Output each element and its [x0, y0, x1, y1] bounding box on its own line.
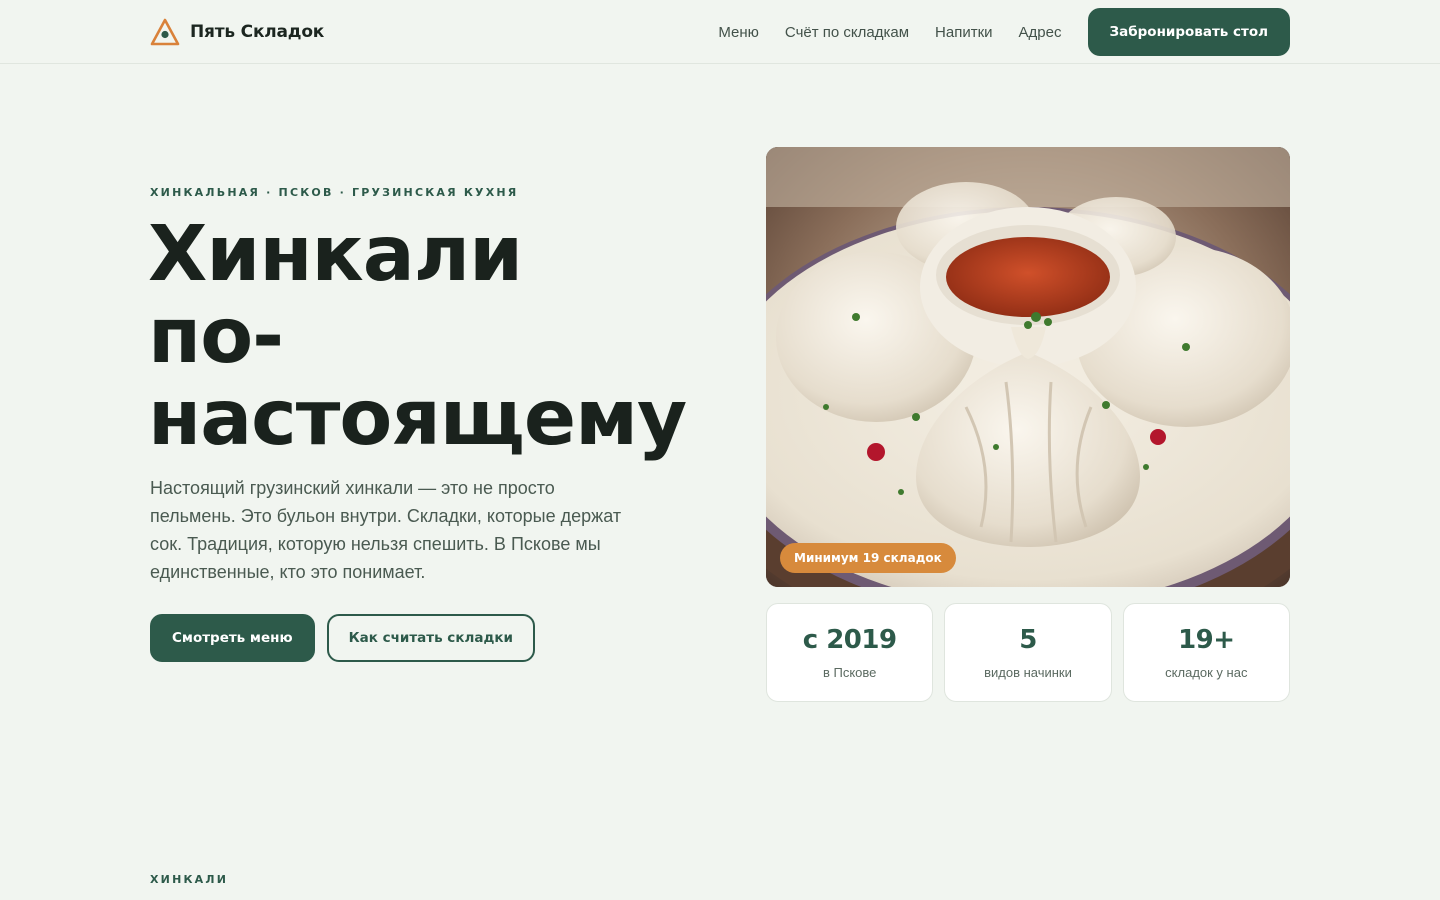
hero-title-line: Хинкали — [148, 210, 523, 299]
min-folds-badge: Минимум 19 складок — [780, 543, 956, 573]
triangle-eye-logo-icon — [150, 18, 180, 46]
nav-link-drinks[interactable]: Напитки — [935, 24, 993, 41]
how-to-count-folds-button[interactable]: Как считать складки — [326, 614, 535, 662]
book-table-button[interactable]: Забронировать стол — [1087, 8, 1290, 56]
hero-actions: Смотреть меню Как считать складки — [150, 614, 535, 662]
brand-name: Пять Складок — [190, 22, 325, 42]
hero-eyebrow: ХИНКАЛЬНАЯ · ПСКОВ · ГРУЗИНСКАЯ КУХНЯ — [150, 186, 519, 199]
stat-card: 5 видов начинки — [944, 603, 1112, 702]
brand-logo[interactable]: Пять Складок — [150, 16, 324, 48]
stat-label: в Пскове — [822, 665, 877, 680]
stat-card: с 2019 в Пскове — [766, 603, 934, 702]
stats-row: с 2019 в Пскове 5 видов начинки 19+ скла… — [766, 603, 1290, 702]
stat-value: 19+ — [1178, 625, 1235, 655]
stat-value: 5 — [1019, 625, 1037, 655]
site-header: Пять Складок Меню Счёт по складкам Напит… — [0, 0, 1440, 64]
khinkali-section-eyebrow: ХИНКАЛИ — [150, 873, 229, 886]
nav-link-address[interactable]: Адрес — [1019, 24, 1062, 41]
stat-value: с 2019 — [802, 625, 897, 655]
view-menu-button[interactable]: Смотреть меню — [150, 614, 315, 662]
hero-lead: Настоящий грузинский хинкали — это не пр… — [150, 478, 622, 582]
hero-title: Хинкали по- настоящему — [148, 214, 708, 460]
stat-label: складок у нас — [1165, 665, 1248, 680]
stat-label: видов начинки — [984, 665, 1072, 680]
hero-title-line: по- — [148, 292, 284, 381]
hero-title-line: настоящему — [148, 374, 687, 463]
khinkali-photo-illustration — [766, 147, 1290, 587]
main-nav: Меню Счёт по складкам Напитки Адрес Забр… — [718, 8, 1290, 56]
nav-link-menu[interactable]: Меню — [718, 24, 759, 41]
stat-card: 19+ складок у нас — [1122, 603, 1290, 702]
nav-link-fold-count[interactable]: Счёт по складкам — [785, 24, 909, 41]
khinkali-photo: Минимум 19 складок — [766, 147, 1290, 587]
